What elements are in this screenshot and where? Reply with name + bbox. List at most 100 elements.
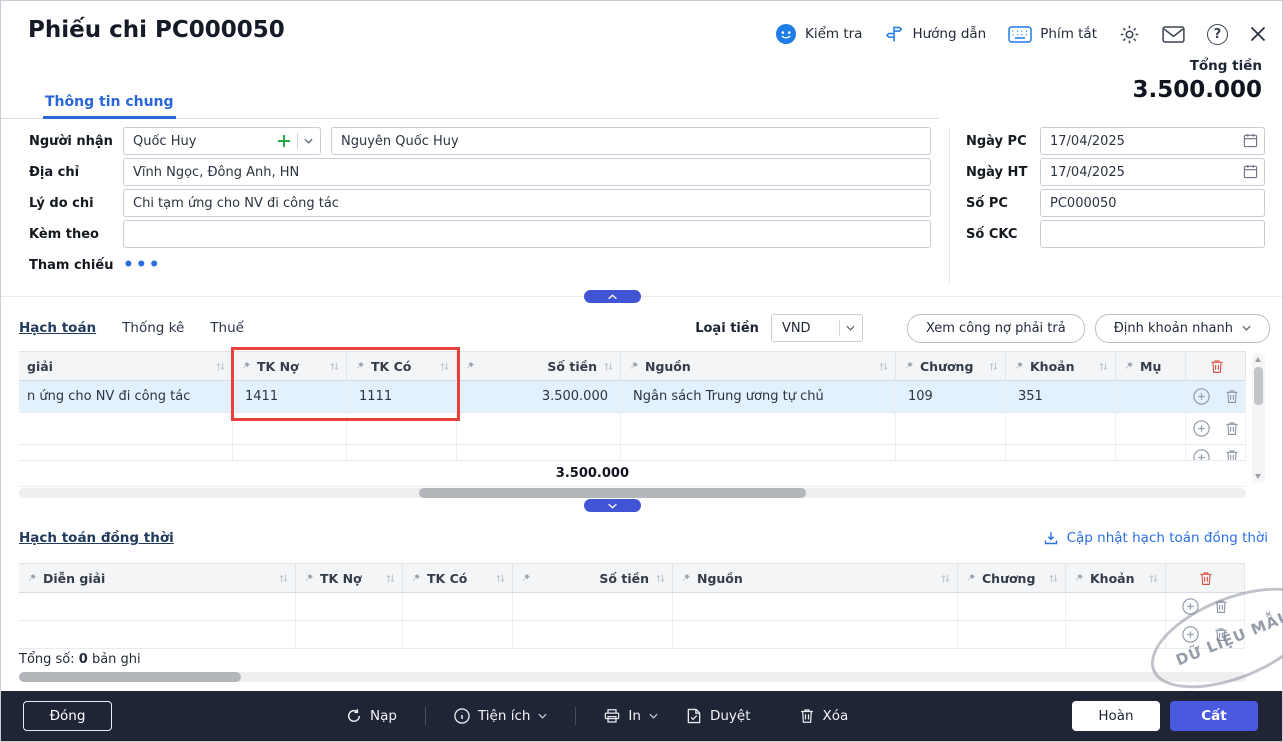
col-header-delete[interactable] <box>1186 352 1246 381</box>
col-header-dien-giai[interactable]: Diễn giải <box>19 564 296 593</box>
scrollbar-thumb[interactable] <box>19 672 241 682</box>
pin-icon[interactable] <box>241 361 251 371</box>
cell-so-tien[interactable]: 3.500.000 <box>457 381 621 413</box>
cell-khoan[interactable]: 351 <box>1006 381 1116 413</box>
sort-icon[interactable] <box>215 361 226 372</box>
check-button[interactable]: Kiểm tra <box>775 23 862 45</box>
scrollbar-thumb[interactable] <box>1254 367 1263 405</box>
cell-dien-giai[interactable] <box>19 621 296 649</box>
delete-row-icon[interactable] <box>1225 421 1239 436</box>
pin-icon[interactable] <box>681 573 691 583</box>
ngay-ht-input[interactable] <box>1040 158 1265 186</box>
delete-row-icon[interactable] <box>1214 627 1228 642</box>
calendar-icon[interactable] <box>1243 133 1258 148</box>
sort-icon[interactable] <box>655 573 666 584</box>
cell-tk-no[interactable] <box>296 593 403 621</box>
cell-muc[interactable] <box>1116 413 1186 445</box>
so-ckc-input[interactable] <box>1040 220 1265 248</box>
col-header-khoan[interactable]: Khoản <box>1006 352 1116 381</box>
calendar-icon[interactable] <box>1243 164 1258 179</box>
close-button[interactable]: Đóng <box>23 701 112 731</box>
add-row-icon[interactable] <box>1193 388 1210 405</box>
table1-vertical-scrollbar[interactable] <box>1252 353 1265 483</box>
ngay-pc-input[interactable] <box>1040 127 1265 155</box>
col-header-nguon[interactable]: Nguồn <box>673 564 958 593</box>
pin-icon[interactable] <box>411 573 421 583</box>
pin-icon[interactable] <box>27 573 37 583</box>
nguoi-nhan-name-input[interactable] <box>331 127 931 155</box>
pin-icon[interactable] <box>966 573 976 583</box>
update-simultaneous-link[interactable]: Cập nhật hạch toán đồng thời <box>1043 530 1268 546</box>
col-header-so-tien[interactable]: Số tiền <box>513 564 673 593</box>
pin-icon[interactable] <box>904 361 914 371</box>
sort-icon[interactable] <box>1048 573 1059 584</box>
cell-muc[interactable] <box>1116 445 1186 461</box>
cell-dien-giai[interactable] <box>19 445 233 461</box>
cell-dien-giai[interactable] <box>19 413 233 445</box>
sort-icon[interactable] <box>988 361 999 372</box>
sort-icon[interactable] <box>385 573 396 584</box>
sort-icon[interactable] <box>439 361 450 372</box>
payee-caret-icon[interactable] <box>304 138 313 144</box>
so-pc-input[interactable] <box>1040 189 1265 217</box>
cell-so-tien[interactable] <box>513 621 673 649</box>
cell-so-tien[interactable] <box>457 413 621 445</box>
cell-tk-co[interactable] <box>403 593 513 621</box>
col-header-delete[interactable] <box>1166 564 1245 593</box>
cell-tk-no[interactable] <box>233 445 347 461</box>
nguoi-nhan-combobox[interactable]: Quốc Huy <box>123 127 321 155</box>
cell-khoan[interactable] <box>1006 445 1116 461</box>
cell-tk-no[interactable] <box>233 413 347 445</box>
pin-icon[interactable] <box>521 573 531 583</box>
cell-muc[interactable] <box>1116 381 1186 413</box>
table2-horizontal-scrollbar[interactable] <box>19 672 1246 682</box>
cell-dien-giai[interactable]: n ứng cho NV đi công tác <box>19 381 233 413</box>
add-row-icon[interactable] <box>1182 626 1199 643</box>
sort-icon[interactable] <box>878 361 889 372</box>
col-header-tk-no[interactable]: TK Nợ <box>296 564 403 593</box>
close-icon[interactable] <box>1250 26 1266 42</box>
postpone-button[interactable]: Hoàn <box>1072 701 1160 731</box>
cell-so-tien[interactable] <box>513 593 673 621</box>
scrollbar-thumb[interactable] <box>419 488 806 498</box>
tab-hach-toan[interactable]: Hạch toán <box>19 320 96 336</box>
cell-nguon[interactable] <box>621 413 896 445</box>
save-button[interactable]: Cất <box>1170 701 1258 731</box>
dia-chi-input[interactable] <box>123 158 931 186</box>
cell-chuong[interactable] <box>896 445 1006 461</box>
cell-nguon[interactable] <box>621 445 896 461</box>
tham-chieu-more-button[interactable]: ••• <box>123 260 162 270</box>
cell-nguon[interactable] <box>673 593 958 621</box>
delete-row-icon[interactable] <box>1214 599 1228 614</box>
delete-all-icon[interactable] <box>1210 359 1224 374</box>
cell-khoan[interactable] <box>1066 621 1166 649</box>
scroll-up-arrow[interactable] <box>1255 357 1261 362</box>
table1-horizontal-scrollbar[interactable] <box>19 488 1246 498</box>
delete-all-icon[interactable] <box>1199 571 1213 586</box>
expand-section-button[interactable] <box>584 499 641 512</box>
sort-icon[interactable] <box>940 573 951 584</box>
cell-nguon[interactable] <box>673 621 958 649</box>
sort-icon[interactable] <box>1098 361 1109 372</box>
col-header-tk-no[interactable]: TK Nợ <box>233 352 347 381</box>
cell-khoan[interactable] <box>1006 413 1116 445</box>
cell-tk-no[interactable] <box>296 621 403 649</box>
cell-so-tien[interactable] <box>457 445 621 461</box>
col-header-chuong[interactable]: Chương <box>958 564 1066 593</box>
tab-thong-tin-chung[interactable]: Thông tin chung <box>43 90 176 119</box>
pin-icon[interactable] <box>465 361 475 371</box>
sort-icon[interactable] <box>603 361 614 372</box>
col-header-chuong[interactable]: Chương <box>896 352 1006 381</box>
settings-gear-icon[interactable] <box>1119 24 1140 45</box>
col-header-tk-co[interactable]: TK Có <box>403 564 513 593</box>
collapse-form-button[interactable] <box>584 290 641 303</box>
currency-select[interactable]: VND <box>771 314 863 342</box>
ly-do-chi-input[interactable] <box>123 189 931 217</box>
col-header-tk-co[interactable]: TK Có <box>347 352 457 381</box>
pin-icon[interactable] <box>304 573 314 583</box>
add-payee-icon[interactable] <box>277 134 291 148</box>
pin-icon[interactable] <box>1074 573 1084 583</box>
sort-icon[interactable] <box>329 361 340 372</box>
cell-tk-no[interactable]: 1411 <box>233 381 347 413</box>
sort-icon[interactable] <box>278 573 289 584</box>
